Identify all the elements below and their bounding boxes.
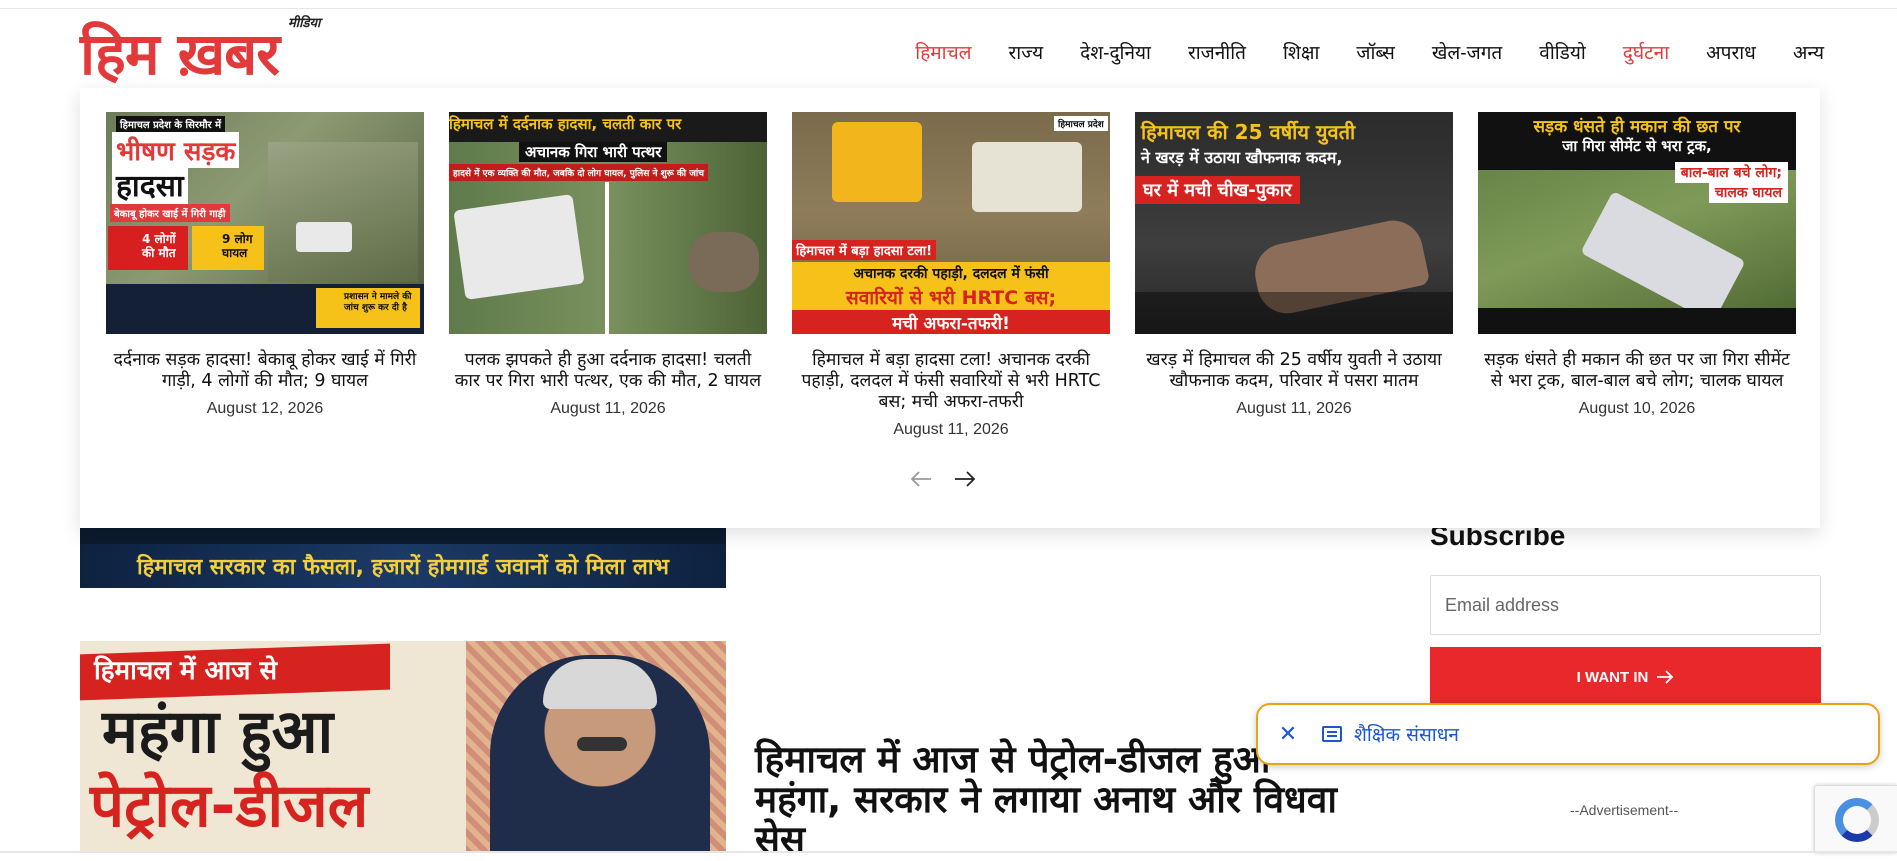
thumb-line: हिमाचल में दर्दनाक हादसा, चलती कार पर	[449, 115, 682, 133]
nav-item-himachal[interactable]: हिमाचल	[915, 39, 971, 65]
thumb-line: अचानक दरकी पहाड़ी, दलदल में फंसी	[853, 266, 1049, 282]
nav-item-anya[interactable]: अन्य	[1793, 39, 1824, 65]
chevron-left-icon[interactable]	[910, 470, 932, 490]
thumb-line: जा गिरा सीमेंट से भरा ट्रक,	[1562, 137, 1712, 155]
thumb-line: सवारियों से भरी HRTC बस;	[845, 287, 1057, 309]
thumb-line: हिमाचल प्रदेश के सिरमौर में	[116, 116, 226, 132]
thumb-line: बाल-बाल बचे लोग;	[1674, 162, 1788, 183]
thumb-line: चालक घायल	[1708, 182, 1788, 203]
portrait-hair	[543, 659, 657, 709]
thumb-line: अचानक गिरा भारी पत्थर	[519, 142, 668, 162]
news-card[interactable]: हिमाचल में दर्दनाक हादसा, चलती कार पर अच…	[449, 112, 767, 418]
news-card-thumbnail[interactable]: हिमाचल में दर्दनाक हादसा, चलती कार पर अच…	[449, 112, 767, 334]
news-card-thumbnail[interactable]: हिमाचल प्रदेश हिमाचल में बड़ा हादसा टला!…	[792, 112, 1110, 334]
nav-item-khel-jagat[interactable]: खेल-जगत	[1432, 39, 1502, 65]
news-card-date: August 11, 2026	[1236, 400, 1352, 417]
mega-menu-dropdown: हिमाचल प्रदेश के सिरमौर में भीषण सड़क हा…	[80, 88, 1820, 528]
news-card-thumbnail[interactable]: हिमाचल की 25 वर्षीय युवती ने खरड़ में उठ…	[1135, 112, 1453, 334]
news-card-thumbnail[interactable]: हिमाचल प्रदेश के सिरमौर में भीषण सड़क हा…	[106, 112, 424, 334]
nav-item-desh-duniya[interactable]: देश-दुनिया	[1080, 39, 1151, 65]
carousel-controls	[910, 470, 976, 490]
thumb-line: घर में मची चीख-पुकार	[1135, 176, 1300, 204]
nav-item-apradh[interactable]: अपराध	[1706, 39, 1756, 65]
thumb-line: हिमाचल की 25 वर्षीय युवती	[1141, 120, 1356, 144]
thumb-line: प्रशासन ने मामले की जांच शुरू कर दी है	[316, 288, 420, 328]
recaptcha-icon	[1835, 798, 1879, 842]
news-card-title[interactable]: पलक झपकते ही हुआ दर्दनाक हादसा! चलती कार…	[449, 350, 767, 392]
thumb-line: बेकाबू होकर खाई में गिरी गाड़ी	[110, 204, 230, 222]
site-header: हिम ख़बर मीडिया हिमाचल राज्य देश-दुनिया …	[0, 9, 1897, 97]
chip-label[interactable]: शैक्षिक संसाधन	[1354, 721, 1459, 747]
thumb-line: 9 लोग घायल	[192, 226, 264, 270]
main-nav: हिमाचल राज्य देश-दुनिया राजनीति शिक्षा ज…	[878, 39, 1824, 65]
chevron-right-icon[interactable]	[954, 470, 976, 490]
news-card-title[interactable]: दर्दनाक सड़क हादसा! बेकाबू होकर खाई में …	[106, 350, 424, 392]
subscribe-button[interactable]: I WANT IN	[1430, 647, 1821, 707]
image-line-1: हिमाचल में आज से	[94, 656, 278, 686]
news-card-title[interactable]: सड़क धंसते ही मकान की छत पर जा गिरा सीमे…	[1478, 350, 1796, 392]
logo-subtitle: मीडिया	[288, 16, 321, 31]
news-card[interactable]: सड़क धंसते ही मकान की छत पर जा गिरा सीमे…	[1478, 112, 1796, 418]
newspaper-icon	[1322, 726, 1342, 742]
news-card[interactable]: हिमाचल प्रदेश के सिरमौर में भीषण सड़क हा…	[106, 112, 424, 418]
nav-item-video[interactable]: वीडियो	[1539, 39, 1586, 65]
thumb-line: भीषण सड़क	[112, 132, 240, 168]
news-card-date: August 12, 2026	[206, 400, 324, 417]
close-icon[interactable]: ✕	[1276, 722, 1300, 747]
thumb-line: हादसा	[112, 164, 188, 205]
email-field[interactable]	[1430, 575, 1821, 635]
portrait-moustache	[577, 737, 627, 751]
thumb-line: हिमाचल प्रदेश	[1054, 116, 1108, 131]
nav-item-jobs[interactable]: जॉब्स	[1356, 39, 1395, 65]
thumb-line: मची अफरा-तफरी!	[892, 314, 1010, 334]
thumb-line: ने खरड़ में उठाया खौफनाक कदम,	[1141, 148, 1343, 167]
news-card[interactable]: हिमाचल प्रदेश हिमाचल में बड़ा हादसा टला!…	[792, 112, 1110, 439]
news-card-date: August 10, 2026	[1578, 400, 1696, 417]
nav-item-rajya[interactable]: राज्य	[1009, 39, 1044, 65]
image-caption: हिमाचल सरकार का फैसला, हजारों होमगार्ड ज…	[136, 555, 669, 580]
image-line-3: पेट्रोल-डीजल	[90, 771, 369, 841]
news-card-title[interactable]: हिमाचल में बड़ा हादसा टला! अचानक दरकी पह…	[792, 350, 1110, 413]
advertisement-label: --Advertisement--	[1570, 802, 1679, 818]
thumb-line: हादसे में एक व्यक्ति की मौत, जबकि दो लोग…	[449, 164, 708, 181]
educational-resources-chip[interactable]: ✕ शैक्षिक संसाधन	[1256, 703, 1880, 765]
thumb-line: सड़क धंसते ही मकान की छत पर	[1533, 117, 1741, 137]
news-card[interactable]: हिमाचल की 25 वर्षीय युवती ने खरड़ में उठ…	[1135, 112, 1453, 418]
news-card-date: August 11, 2026	[550, 400, 666, 417]
nav-item-rajniti[interactable]: राजनीति	[1188, 39, 1246, 65]
news-card-date: August 11, 2026	[893, 421, 1009, 438]
recaptcha-badge[interactable]	[1814, 785, 1897, 853]
arrow-right-icon	[1657, 670, 1674, 684]
nav-item-shiksha[interactable]: शिक्षा	[1283, 39, 1319, 65]
news-card-thumbnail[interactable]: सड़क धंसते ही मकान की छत पर जा गिरा सीमे…	[1478, 112, 1796, 334]
news-card-title[interactable]: खरड़ में हिमाचल की 25 वर्षीय युवती ने उठ…	[1135, 350, 1453, 392]
thumb-line: 4 लोगों की मौत	[108, 226, 188, 270]
top-border	[0, 0, 1897, 9]
site-logo[interactable]: हिम ख़बर	[80, 19, 280, 89]
logo-text: हिम ख़बर	[80, 20, 280, 88]
image-line-2: महंगा हुआ	[102, 697, 334, 767]
thumb-line: हिमाचल में बड़ा हादसा टला!	[792, 240, 937, 260]
nav-item-durghatna[interactable]: दुर्घटना	[1623, 39, 1669, 65]
article-image-petrol[interactable]: हिमाचल में आज से महंगा हुआ पेट्रोल-डीजल	[80, 641, 726, 853]
subscribe-button-label: I WANT IN	[1576, 668, 1649, 686]
